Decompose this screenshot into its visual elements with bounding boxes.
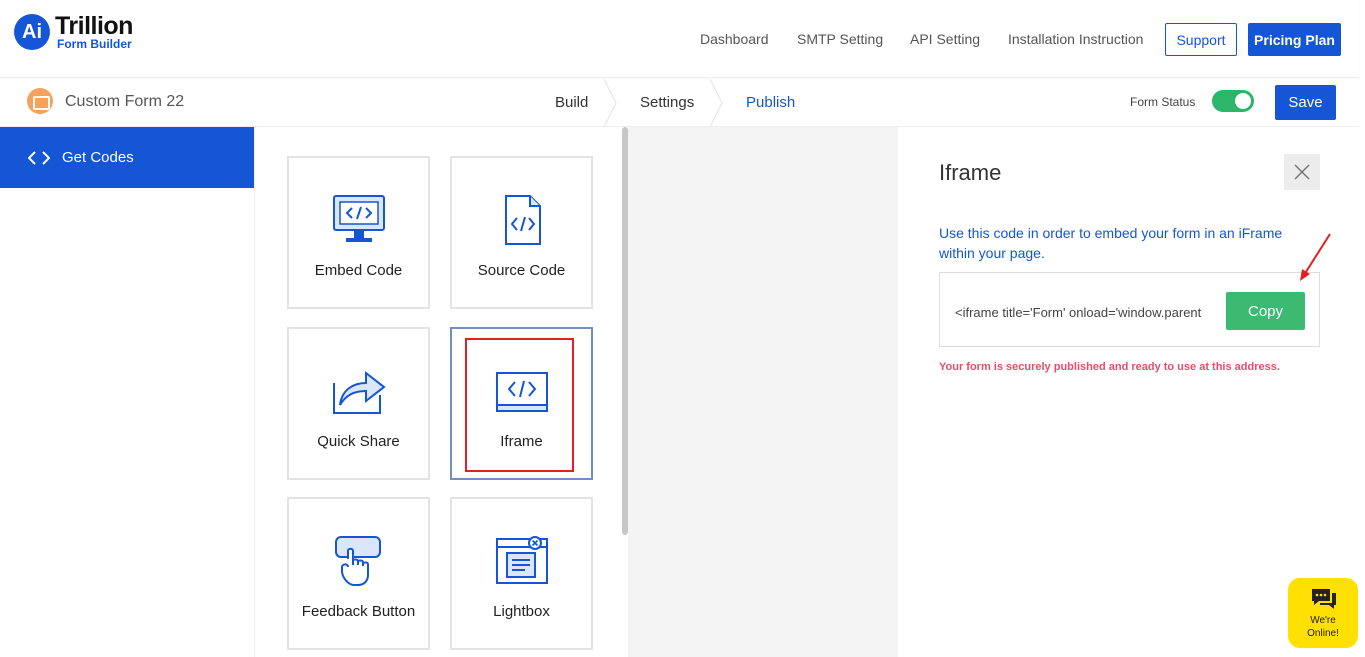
form-toolbar: Custom Form 22 Build Settings Publish Fo… — [0, 79, 1359, 127]
card-label: Source Code — [477, 262, 566, 279]
logo-subtitle: Form Builder — [57, 37, 132, 51]
chat-bubble-icon — [1312, 589, 1336, 609]
step-separator-icon — [603, 79, 617, 127]
highlight-annotation — [465, 338, 574, 472]
nav-smtp-setting[interactable]: SMTP Setting — [797, 31, 883, 47]
sidebar-item-get-codes[interactable]: Get Codes — [0, 127, 254, 188]
code-icon — [28, 150, 50, 165]
pricing-plan-button[interactable]: Pricing Plan — [1248, 23, 1341, 56]
copy-button[interactable]: Copy — [1226, 292, 1305, 330]
form-icon — [27, 88, 53, 114]
nav-installation-instruction[interactable]: Installation Instruction — [1008, 31, 1143, 47]
file-code-icon — [504, 195, 541, 245]
card-label: Quick Share — [317, 433, 400, 450]
card-label: Feedback Button — [301, 603, 416, 620]
step-settings[interactable]: Settings — [640, 94, 694, 111]
support-button[interactable]: Support — [1165, 23, 1237, 56]
feedback-button-icon — [334, 536, 381, 586]
card-quick-share[interactable]: Quick Share — [287, 327, 430, 480]
nav-api-setting[interactable]: API Setting — [910, 31, 980, 47]
card-label: Lightbox — [493, 603, 550, 620]
monitor-code-icon — [332, 195, 385, 242]
card-feedback-button[interactable]: Feedback Button — [287, 497, 430, 650]
close-button[interactable] — [1284, 154, 1320, 190]
logo-mark: Ai — [14, 14, 50, 50]
close-icon — [1294, 164, 1310, 180]
preview-area — [628, 127, 898, 657]
form-name: Custom Form 22 — [65, 93, 185, 110]
card-lightbox[interactable]: Lightbox — [450, 497, 593, 650]
iframe-code-text[interactable]: <iframe title='Form' onload='window.pare… — [955, 305, 1227, 320]
top-header: Ai Trillion Form Builder Dashboard SMTP … — [0, 0, 1359, 78]
publish-note: Your form is securely published and read… — [939, 361, 1280, 373]
step-publish[interactable]: Publish — [746, 94, 795, 111]
nav-dashboard[interactable]: Dashboard — [700, 31, 769, 47]
step-build[interactable]: Build — [555, 94, 588, 111]
arrow-annotation-icon — [1300, 233, 1331, 281]
form-status-toggle[interactable] — [1212, 90, 1254, 112]
card-embed-code[interactable]: Embed Code — [287, 156, 430, 309]
lightbox-icon — [495, 536, 548, 584]
save-button[interactable]: Save — [1275, 85, 1336, 120]
share-icon — [332, 370, 386, 414]
panel-description: Use this code in order to embed your for… — [939, 225, 1283, 261]
chat-line-2: Online! — [1307, 628, 1339, 639]
card-label: Embed Code — [314, 262, 403, 279]
logo-name: Trillion — [55, 12, 133, 40]
code-field[interactable]: <iframe title='Form' onload='window.pare… — [939, 272, 1320, 347]
app-logo[interactable]: Ai Trillion Form Builder — [14, 14, 133, 50]
form-status-label: Form Status — [1130, 95, 1196, 109]
sidebar: Get Codes — [0, 127, 255, 657]
step-separator-icon — [709, 79, 723, 127]
chat-widget[interactable]: We're Online! — [1288, 578, 1358, 648]
card-source-code[interactable]: Source Code — [450, 156, 593, 309]
chat-line-1: We're — [1310, 615, 1336, 626]
panel-title: Iframe — [939, 160, 1002, 185]
iframe-panel: Iframe Use this code in order to embed y… — [898, 127, 1359, 657]
sidebar-item-label: Get Codes — [62, 149, 134, 166]
